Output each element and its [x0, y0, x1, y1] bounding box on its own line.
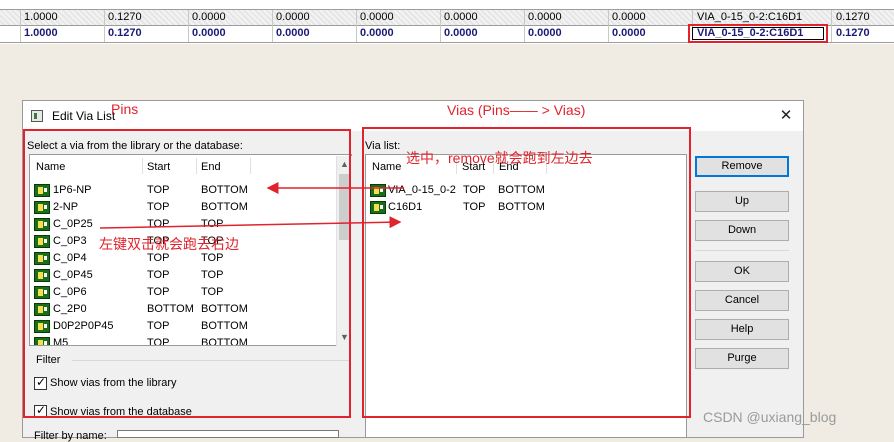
arrow-library-to-vias [99, 216, 402, 229]
watermark: CSDN @uxiang_blog [703, 409, 837, 425]
annotation-arrows [99, 182, 404, 229]
